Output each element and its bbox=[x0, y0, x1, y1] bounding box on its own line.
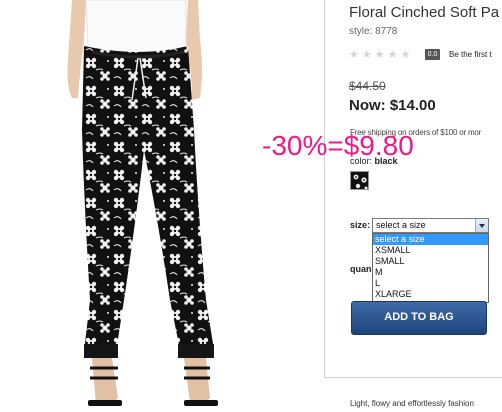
size-option-l[interactable]: L bbox=[373, 278, 488, 289]
rating-stars[interactable]: ★★★★★ bbox=[349, 48, 413, 61]
floral-swatch-icon[interactable] bbox=[350, 171, 369, 190]
size-label: size: bbox=[350, 220, 371, 230]
size-option-select[interactable]: select a size bbox=[373, 234, 488, 245]
pants-illustration bbox=[67, 0, 218, 406]
color-label-text: color: bbox=[350, 156, 373, 166]
size-option-xsmall[interactable]: XSMALL bbox=[373, 245, 488, 256]
product-style: style: 8778 bbox=[349, 26, 398, 37]
original-price: $44.50 bbox=[349, 79, 386, 93]
size-select-value: select a size bbox=[376, 220, 426, 230]
size-select[interactable]: select a size bbox=[372, 218, 489, 233]
chevron-down-icon[interactable] bbox=[475, 219, 488, 232]
be-first-review-link[interactable]: Be the first t bbox=[449, 50, 492, 59]
size-dropdown-list[interactable]: select a size XSMALL SMALL M L XLARGE bbox=[372, 233, 489, 303]
size-option-m[interactable]: M bbox=[373, 267, 488, 278]
add-to-bag-button[interactable]: ADD TO BAG bbox=[351, 301, 487, 335]
product-description: Light, flowy and effortlessly fashion bbox=[350, 399, 474, 408]
swatch-pattern bbox=[351, 172, 368, 189]
quantity-label: quan bbox=[350, 264, 372, 274]
product-title: Floral Cinched Soft Pa bbox=[349, 4, 500, 21]
section-divider bbox=[324, 377, 502, 378]
color-value: black bbox=[374, 156, 398, 166]
product-image bbox=[0, 0, 322, 412]
column-divider bbox=[324, 0, 325, 378]
rating-count-badge: 0.0 bbox=[425, 49, 440, 60]
color-label: color: black bbox=[350, 156, 398, 166]
size-option-small[interactable]: SMALL bbox=[373, 256, 488, 267]
sale-price: Now: $14.00 bbox=[349, 97, 436, 114]
size-option-xlarge[interactable]: XLARGE bbox=[373, 289, 488, 300]
